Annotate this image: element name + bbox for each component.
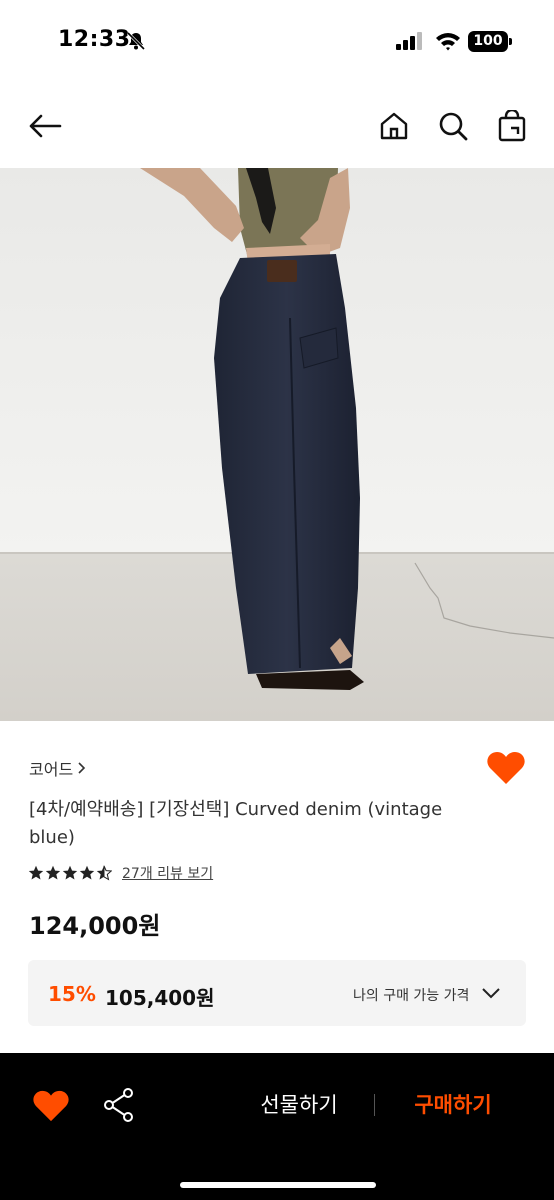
buy-button[interactable]: 구매하기 [394, 1087, 512, 1123]
status-time: 12:33 [58, 27, 131, 52]
cart-button[interactable] [492, 106, 532, 146]
home-button[interactable] [374, 106, 414, 146]
wifi-icon [436, 33, 460, 51]
brand-link[interactable]: 코어드 [29, 756, 87, 780]
brand-name: 코어드 [29, 760, 74, 779]
star-icon [28, 865, 44, 880]
battery-tip [509, 38, 512, 45]
product-title: [4차/예약배송] [기장선택] Curved denim (vintage b… [29, 799, 443, 848]
search-button[interactable] [433, 106, 473, 146]
chevron-right-icon [78, 762, 86, 774]
share-icon[interactable] [103, 1087, 135, 1123]
search-icon [439, 112, 468, 141]
rating-row: 27개 리뷰 보기 [28, 863, 213, 883]
signal-icon [396, 32, 422, 50]
wishlist-heart-icon[interactable] [486, 750, 526, 786]
chevron-down-icon [482, 988, 500, 999]
bell-off-icon [126, 31, 146, 51]
review-link[interactable]: 27개 리뷰 보기 [122, 863, 213, 883]
discount-rate: 15% [48, 982, 96, 1006]
product-image[interactable] [0, 168, 554, 721]
discount-price: 105,400원 [105, 986, 215, 1010]
home-icon [380, 112, 408, 140]
shopping-bag-icon [498, 110, 526, 142]
bottom-action-bar: 선물하기 구매하기 [0, 1053, 554, 1200]
original-price: 124,000원 [29, 912, 161, 940]
star-icon [79, 865, 95, 880]
rating-stars [28, 865, 112, 881]
gift-button[interactable]: 선물하기 [238, 1087, 360, 1123]
back-button[interactable] [25, 106, 65, 146]
top-navigation [0, 96, 554, 156]
star-icon [62, 865, 78, 880]
my-price-dropdown[interactable]: 15% 105,400원 나의 구매 가능 가격 [28, 960, 526, 1026]
my-price-label: 나의 구매 가능 가격 [353, 988, 470, 1004]
bottom-bar-divider [374, 1094, 375, 1116]
product-photo [0, 168, 554, 721]
status-bar: 12:33 100 [0, 0, 554, 84]
back-arrow-icon [29, 114, 62, 138]
star-half-icon [96, 865, 112, 881]
home-indicator [180, 1182, 376, 1188]
star-icon [45, 865, 61, 880]
battery-indicator: 100 [468, 31, 508, 52]
heart-icon[interactable] [32, 1089, 70, 1123]
